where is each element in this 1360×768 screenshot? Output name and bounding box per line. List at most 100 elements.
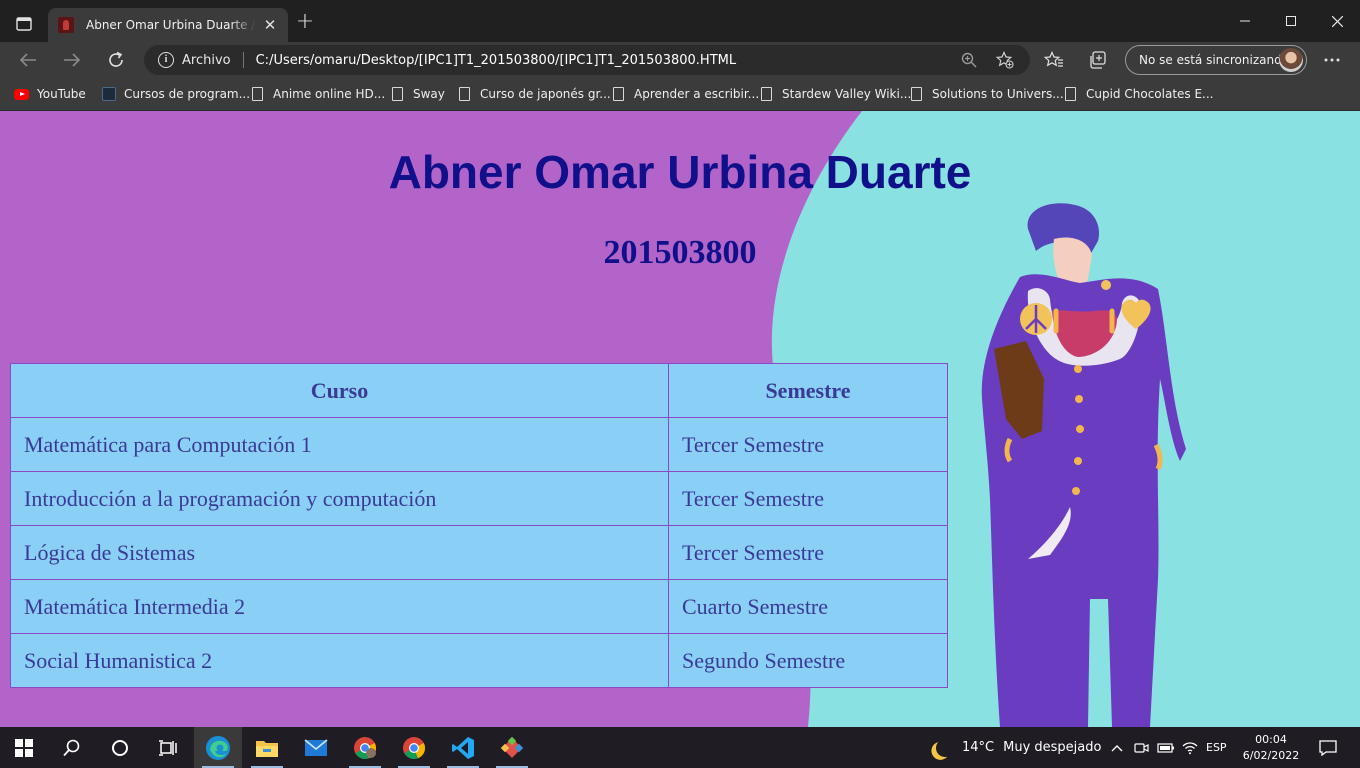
- course-cell: Introducción a la programación y computa…: [10, 471, 669, 526]
- collections-icon[interactable]: [1088, 50, 1108, 70]
- bookmarks-bar: YouTube Cursos de program... Anime onlin…: [0, 78, 1360, 111]
- avatar: [1279, 48, 1303, 72]
- semester-cell: Cuarto Semestre: [668, 579, 948, 634]
- battery-icon[interactable]: [1156, 727, 1176, 768]
- favorites-icon[interactable]: [1044, 50, 1064, 70]
- start-button[interactable]: [0, 727, 48, 768]
- page-icon: [252, 87, 263, 101]
- chrome-alt-icon: [354, 736, 377, 759]
- page-icon: [459, 87, 470, 101]
- address-bar[interactable]: i Archivo C:/Users/omaru/Desktop/[IPC1]T…: [144, 45, 1030, 75]
- bookmark-label: YouTube: [37, 87, 86, 101]
- bookmark-label: Cupid Chocolates E...: [1086, 87, 1214, 101]
- address-url[interactable]: C:/Users/omaru/Desktop/[IPC1]T1_20150380…: [256, 53, 736, 68]
- address-scheme: Archivo: [182, 52, 231, 68]
- vscode-app[interactable]: [439, 727, 487, 768]
- close-button[interactable]: [1314, 0, 1360, 42]
- page-icon: [761, 87, 772, 101]
- bookmark-solutions[interactable]: Solutions to Univers...: [909, 85, 1064, 103]
- bookmark-stardew[interactable]: Stardew Valley Wiki...: [759, 85, 911, 103]
- tab-title: Abner Omar Urbina Duarte / 201503800: [86, 18, 256, 32]
- file-explorer-app[interactable]: [243, 727, 291, 768]
- tab-close-icon[interactable]: ✕: [262, 17, 278, 33]
- weather-widget[interactable]: 14°C Muy despejado: [930, 727, 1101, 768]
- weather-desc: Muy despejado: [1003, 740, 1102, 755]
- table-row: Lógica de Sistemas Tercer Semestre: [10, 525, 948, 580]
- meet-now-icon[interactable]: [1132, 727, 1150, 768]
- course-cell: Lógica de Sistemas: [10, 525, 669, 580]
- notifications-icon[interactable]: [1312, 737, 1344, 759]
- minimize-button[interactable]: [1222, 0, 1268, 42]
- mail-icon: [304, 738, 328, 756]
- semester-cell: Tercer Semestre: [668, 525, 948, 580]
- search-button[interactable]: [48, 727, 96, 768]
- chrome-icon: [403, 736, 426, 759]
- maximize-button[interactable]: [1268, 0, 1314, 42]
- bookmark-label: Anime online HD...: [273, 87, 386, 101]
- page-title: Abner Omar Urbina Duarte: [388, 146, 972, 198]
- bookmark-anime[interactable]: Anime online HD...: [250, 85, 385, 103]
- mail-app[interactable]: [292, 727, 340, 768]
- wifi-icon[interactable]: [1180, 727, 1200, 768]
- info-icon[interactable]: i: [158, 52, 174, 68]
- git-icon: [500, 736, 524, 758]
- clock-date: 6/02/2022: [1242, 749, 1300, 762]
- task-view-icon: [159, 739, 177, 756]
- moon-icon: [935, 737, 956, 758]
- table-row: Social Humanistica 2 Segundo Semestre: [10, 633, 948, 688]
- start-icon: [15, 738, 33, 757]
- taskbar: 14°C Muy despejado ESP 00:04 6/02/2022: [0, 727, 1360, 768]
- course-table: Curso Semestre Matemática para Computaci…: [10, 363, 948, 688]
- git-app[interactable]: [488, 727, 536, 768]
- table-row: Matemática para Computación 1 Tercer Sem…: [10, 417, 948, 472]
- title-bar: Abner Omar Urbina Duarte / 201503800 ✕ +: [0, 0, 1360, 42]
- vscode-icon: [452, 736, 474, 759]
- course-cell: Matemática Intermedia 2: [10, 579, 669, 634]
- edge-app[interactable]: [194, 727, 242, 768]
- course-cell: Social Humanistica 2: [10, 633, 669, 688]
- file-explorer-icon: [256, 740, 278, 757]
- browser-tab[interactable]: Abner Omar Urbina Duarte / 201503800 ✕: [48, 8, 288, 42]
- search-icon: [63, 739, 80, 756]
- semester-cell: Tercer Semestre: [668, 471, 948, 526]
- page-viewport: Abner Omar Urbina Duarte 201503800 Curso…: [0, 111, 1360, 727]
- tab-favicon-icon: [58, 17, 74, 33]
- sync-label: No se está sincronizando: [1139, 53, 1290, 67]
- bookmark-sway[interactable]: Sway: [390, 85, 445, 103]
- chrome-app[interactable]: [390, 727, 438, 768]
- task-view-button[interactable]: [144, 727, 192, 768]
- bookmark-label: Aprender a escribir...: [634, 87, 760, 101]
- cortana-button[interactable]: [96, 727, 144, 768]
- profile-sync-button[interactable]: No se está sincronizando: [1125, 45, 1307, 75]
- site-icon: [102, 87, 116, 101]
- bookmark-japones[interactable]: Curso de japonés gr...: [457, 85, 611, 103]
- address-separator: [242, 52, 244, 68]
- add-favorite-icon[interactable]: [996, 51, 1014, 69]
- tab-actions-icon[interactable]: [8, 10, 40, 38]
- bookmark-aprender[interactable]: Aprender a escribir...: [611, 85, 759, 103]
- forward-button[interactable]: [58, 46, 86, 74]
- edge-icon: [206, 735, 230, 760]
- bookmark-label: Sway: [413, 87, 445, 101]
- chrome-alt-app[interactable]: [341, 727, 389, 768]
- semester-cell: Tercer Semestre: [668, 417, 948, 472]
- bookmark-youtube[interactable]: YouTube: [14, 85, 86, 103]
- back-button[interactable]: [14, 46, 42, 74]
- zoom-icon[interactable]: [960, 51, 978, 69]
- bookmark-label: Stardew Valley Wiki...: [782, 87, 912, 101]
- page-icon: [911, 87, 922, 101]
- language-indicator[interactable]: ESP: [1206, 741, 1227, 754]
- page-icon: [1065, 87, 1076, 101]
- bookmark-cursos[interactable]: Cursos de program...: [102, 85, 250, 103]
- table-header-row: Curso Semestre: [10, 363, 948, 418]
- more-menu-icon[interactable]: [1322, 50, 1342, 70]
- reload-button[interactable]: [102, 46, 130, 74]
- bookmark-cupid[interactable]: Cupid Chocolates E...: [1063, 85, 1214, 103]
- tray-chevron-icon[interactable]: [1108, 727, 1126, 768]
- table-row: Introducción a la programación y computa…: [10, 471, 948, 526]
- system-clock[interactable]: 00:04 6/02/2022: [1238, 732, 1304, 764]
- new-tab-button[interactable]: +: [294, 11, 316, 34]
- youtube-icon: [14, 88, 29, 100]
- table-row: Matemática Intermedia 2 Cuarto Semestre: [10, 579, 948, 634]
- character-illustration: [981, 203, 1186, 727]
